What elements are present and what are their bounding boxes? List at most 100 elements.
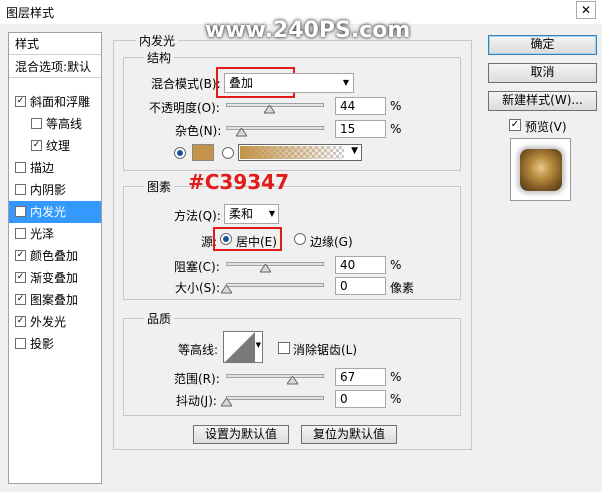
- styles-header[interactable]: 样式: [9, 33, 101, 55]
- source-edge-label: 边缘(G): [310, 235, 353, 249]
- new-style-button[interactable]: 新建样式(W)...: [488, 91, 597, 111]
- window-title: 图层样式: [6, 6, 55, 20]
- antialias-checkbox[interactable]: [278, 342, 290, 354]
- choke-input[interactable]: 40: [335, 256, 386, 274]
- elements-title: 图素: [144, 178, 175, 195]
- size-label: 大小(S):: [175, 281, 221, 295]
- range-slider-thumb[interactable]: [286, 376, 298, 386]
- chevron-down-icon: ▼: [342, 78, 349, 87]
- range-input[interactable]: 67: [335, 368, 386, 386]
- gradient-picker[interactable]: ▼: [238, 144, 362, 161]
- contour-picker[interactable]: ▼: [223, 331, 263, 363]
- style-item-label: 投影: [30, 337, 55, 351]
- style-item-checkbox[interactable]: ✓: [15, 96, 26, 107]
- choke-slider[interactable]: [226, 262, 324, 266]
- style-item[interactable]: ✓ 外发光: [9, 311, 101, 333]
- style-item[interactable]: ✓ 内发光: [9, 201, 101, 223]
- style-item[interactable]: 描边: [9, 157, 101, 179]
- noise-input[interactable]: 15: [335, 120, 386, 138]
- method-label: 方法(Q):: [174, 209, 221, 223]
- size-unit: 像素: [390, 281, 415, 295]
- jitter-label: 抖动(J):: [176, 394, 217, 408]
- quality-title: 品质: [144, 310, 175, 327]
- structure-title: 结构: [144, 49, 175, 66]
- blend-mode-select[interactable]: 叠加 ▼: [224, 73, 354, 93]
- chevron-down-icon: ▼: [255, 341, 261, 349]
- gradient-preview: [240, 146, 344, 159]
- style-item-label: 描边: [30, 161, 55, 175]
- choke-unit: %: [390, 258, 402, 272]
- noise-unit: %: [390, 122, 402, 136]
- style-item-checkbox[interactable]: [15, 338, 26, 349]
- style-item-checkbox[interactable]: ✓: [15, 272, 26, 283]
- noise-label: 杂色(N):: [175, 124, 222, 138]
- style-item[interactable]: ✓ 纹理: [9, 135, 101, 157]
- style-preview: [510, 138, 571, 201]
- range-unit: %: [390, 370, 402, 384]
- style-item-checkbox[interactable]: [31, 118, 42, 129]
- style-item-checkbox[interactable]: ✓: [15, 206, 26, 217]
- jitter-input[interactable]: 0: [335, 390, 386, 408]
- opacity-input[interactable]: 44: [335, 97, 386, 115]
- size-input[interactable]: 0: [335, 277, 386, 295]
- style-item[interactable]: ✓ 渐变叠加: [9, 267, 101, 289]
- style-item-label: 渐变叠加: [30, 271, 79, 285]
- style-item-checkbox[interactable]: ✓: [15, 316, 26, 327]
- style-item-label: 内发光: [30, 205, 67, 219]
- style-item-label: 光泽: [30, 227, 55, 241]
- style-item-label: 外发光: [30, 315, 67, 329]
- section-title: 内发光: [136, 32, 179, 49]
- chevron-down-icon: ▼: [351, 146, 358, 156]
- style-item[interactable]: 光泽: [9, 223, 101, 245]
- style-item-label: 颜色叠加: [30, 249, 79, 263]
- method-select[interactable]: 柔和 ▼: [224, 204, 279, 224]
- style-item-label: 等高线: [46, 117, 83, 131]
- preview-checkbox[interactable]: ✓: [509, 119, 521, 131]
- style-item-checkbox[interactable]: [15, 184, 26, 195]
- opacity-unit: %: [390, 99, 402, 113]
- size-slider-thumb[interactable]: [221, 285, 232, 295]
- style-item-checkbox[interactable]: [15, 228, 26, 239]
- jitter-unit: %: [390, 392, 402, 406]
- antialias-label: 消除锯齿(L): [293, 343, 358, 357]
- style-item[interactable]: ✓ 图案叠加: [9, 289, 101, 311]
- blend-mode-label: 混合模式(B):: [151, 77, 221, 91]
- style-item[interactable]: ✓ 颜色叠加: [9, 245, 101, 267]
- preview-swatch: [520, 149, 562, 191]
- style-item-checkbox[interactable]: [15, 162, 26, 173]
- contour-label: 等高线:: [178, 343, 219, 357]
- gradient-radio[interactable]: [222, 147, 234, 159]
- noise-slider-thumb[interactable]: [235, 128, 247, 138]
- style-item-label: 斜面和浮雕: [30, 95, 91, 109]
- style-item-label: 内阴影: [30, 183, 67, 197]
- opacity-slider-thumb[interactable]: [264, 105, 276, 115]
- cancel-button[interactable]: 取消: [488, 63, 597, 83]
- close-button[interactable]: ✕: [576, 1, 596, 19]
- color-annotation: #C39347: [188, 170, 290, 194]
- blending-options-item[interactable]: 混合选项:默认: [9, 56, 101, 78]
- source-center-radio[interactable]: [220, 233, 232, 245]
- style-item-checkbox[interactable]: ✓: [31, 140, 42, 151]
- style-item-checkbox[interactable]: ✓: [15, 250, 26, 261]
- style-item[interactable]: 等高线: [9, 113, 101, 135]
- ok-button[interactable]: 确定: [488, 35, 597, 55]
- glow-color-swatch[interactable]: [192, 144, 214, 161]
- style-item-checkbox[interactable]: ✓: [15, 294, 26, 305]
- range-slider[interactable]: [226, 374, 324, 378]
- chevron-down-icon: ▼: [268, 209, 275, 218]
- style-item[interactable]: 投影: [9, 333, 101, 355]
- size-slider[interactable]: [226, 283, 324, 287]
- contour-preview-icon: [225, 332, 255, 362]
- choke-slider-thumb[interactable]: [260, 264, 272, 274]
- style-item[interactable]: 内阴影: [9, 179, 101, 201]
- choke-label: 阻塞(C):: [174, 260, 220, 274]
- jitter-slider-thumb[interactable]: [221, 398, 232, 408]
- color-radio[interactable]: [174, 147, 186, 159]
- source-edge-radio[interactable]: [294, 233, 306, 245]
- style-item[interactable]: ✓ 斜面和浮雕: [9, 91, 101, 113]
- set-default-button[interactable]: 设置为默认值: [193, 425, 289, 444]
- reset-default-button[interactable]: 复位为默认值: [301, 425, 397, 444]
- quality-group: [123, 318, 461, 416]
- style-item-label: 图案叠加: [30, 293, 79, 307]
- jitter-slider[interactable]: [226, 396, 324, 400]
